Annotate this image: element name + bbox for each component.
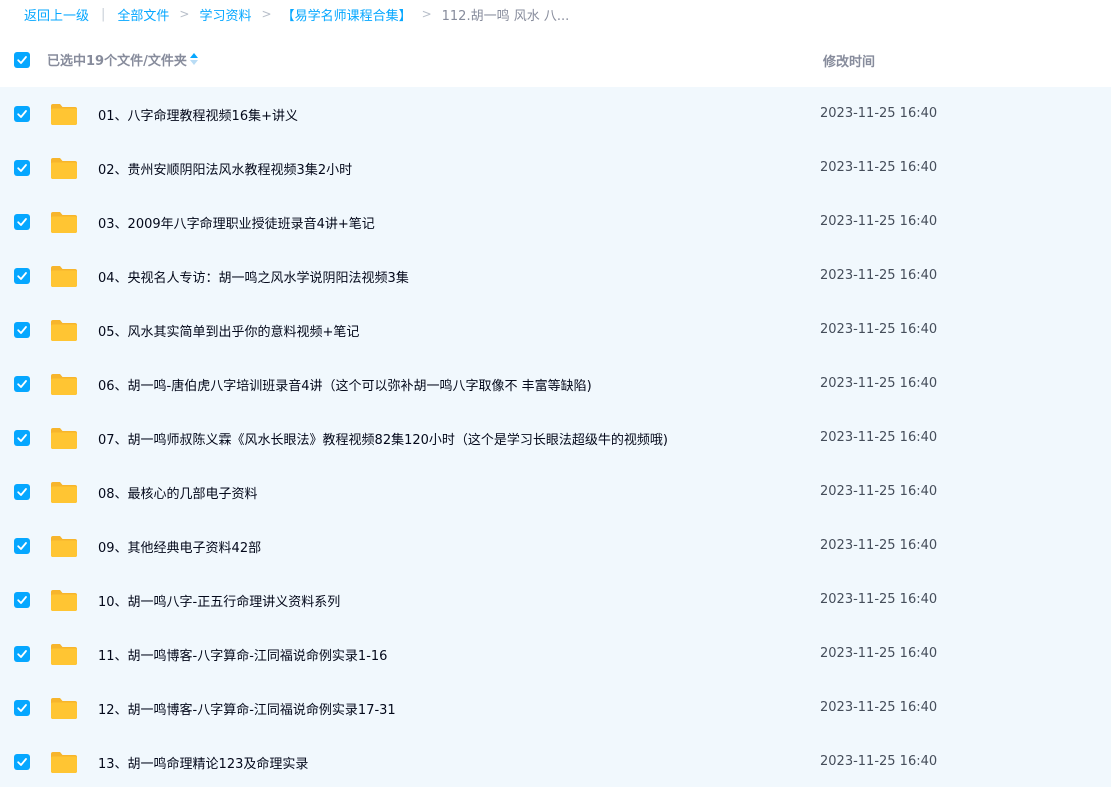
row-checkbox[interactable] [14, 538, 30, 554]
file-row[interactable]: 05、风水其实简单到出乎你的意料视频+笔记 2023-11-25 16:40 [0, 303, 1111, 357]
file-name[interactable]: 10、胡一鸣八字-正五行命理讲义资料系列 [98, 591, 340, 610]
file-name[interactable]: 12、胡一鸣博客-八字算命-江同福说命例实录17-31 [98, 699, 396, 718]
file-row[interactable]: 07、胡一鸣师叔陈义霖《风水长眼法》教程视频82集120小时（这个是学习长眼法超… [0, 411, 1111, 465]
checkmark-icon [17, 272, 27, 280]
modified-time: 2023-11-25 16:40 [820, 106, 938, 121]
list-header: 已选中19个文件/文件夹 修改时间 [0, 36, 1111, 82]
folder-icon [51, 374, 77, 395]
file-row[interactable]: 13、胡一鸣命理精论123及命理实录 2023-11-25 16:40 [0, 735, 1111, 787]
checkmark-icon [17, 164, 27, 172]
file-row[interactable]: 04、央视名人专访：胡一鸣之风水学说阴阳法视频3集 2023-11-25 16:… [0, 249, 1111, 303]
file-name[interactable]: 13、胡一鸣命理精论123及命理实录 [98, 753, 308, 772]
select-all-checkbox[interactable] [14, 52, 30, 68]
modified-time: 2023-11-25 16:40 [820, 646, 938, 661]
modified-time: 2023-11-25 16:40 [820, 430, 938, 445]
row-checkbox[interactable] [14, 160, 30, 176]
file-name[interactable]: 08、最核心的几部电子资料 [98, 483, 258, 502]
row-checkbox[interactable] [14, 484, 30, 500]
folder-icon [51, 428, 77, 449]
checkmark-icon [17, 218, 27, 226]
folder-icon [51, 320, 77, 341]
row-checkbox[interactable] [14, 754, 30, 770]
folder-icon [51, 536, 77, 557]
file-name[interactable]: 07、胡一鸣师叔陈义霖《风水长眼法》教程视频82集120小时（这个是学习长眼法超… [98, 429, 668, 448]
row-checkbox[interactable] [14, 592, 30, 608]
file-name[interactable]: 06、胡一鸣-唐伯虎八字培训班录音4讲（这个可以弥补胡一鸣八字取像不 丰富等缺陷… [98, 375, 592, 394]
file-row[interactable]: 10、胡一鸣八字-正五行命理讲义资料系列 2023-11-25 16:40 [0, 573, 1111, 627]
checkmark-icon [17, 596, 27, 604]
checkmark-icon [17, 326, 27, 334]
checkmark-icon [17, 704, 27, 712]
row-checkbox[interactable] [14, 322, 30, 338]
folder-icon [51, 644, 77, 665]
breadcrumb-item-all-files[interactable]: 全部文件 [117, 5, 169, 24]
modified-time: 2023-11-25 16:40 [820, 268, 938, 283]
modified-time-column-header[interactable]: 修改时间 [823, 51, 875, 70]
row-checkbox[interactable] [14, 376, 30, 392]
modified-time: 2023-11-25 16:40 [820, 214, 938, 229]
breadcrumb-current: 112.胡一鸣 风水 八... [441, 8, 570, 24]
row-checkbox[interactable] [14, 646, 30, 662]
file-list: 01、八字命理教程视频16集+讲义 2023-11-25 16:40 02、贵州… [0, 87, 1111, 787]
file-name[interactable]: 01、八字命理教程视频16集+讲义 [98, 105, 298, 124]
file-name[interactable]: 09、其他经典电子资料42部 [98, 537, 261, 556]
modified-time: 2023-11-25 16:40 [820, 592, 938, 607]
file-row[interactable]: 02、贵州安顺阴阳法风水教程视频3集2小时 2023-11-25 16:40 [0, 141, 1111, 195]
checkmark-icon [17, 758, 27, 766]
breadcrumb-item-course-collection[interactable]: 【易学名师课程合集】 [282, 5, 412, 24]
checkmark-icon [17, 56, 27, 64]
breadcrumb-chevron-icon: > [421, 7, 432, 21]
breadcrumb-chevron-icon: > [261, 7, 272, 21]
checkmark-icon [17, 650, 27, 658]
modified-time: 2023-11-25 16:40 [820, 160, 938, 175]
checkmark-icon [17, 110, 27, 118]
folder-icon [51, 212, 77, 233]
file-row[interactable]: 01、八字命理教程视频16集+讲义 2023-11-25 16:40 [0, 87, 1111, 141]
modified-time: 2023-11-25 16:40 [820, 322, 938, 337]
file-row[interactable]: 09、其他经典电子资料42部 2023-11-25 16:40 [0, 519, 1111, 573]
folder-icon [51, 266, 77, 287]
breadcrumb-item-study-materials[interactable]: 学习资料 [199, 5, 251, 24]
checkmark-icon [17, 488, 27, 496]
checkmark-icon [17, 380, 27, 388]
file-row[interactable]: 11、胡一鸣博客-八字算命-江同福说命例实录1-16 2023-11-25 16… [0, 627, 1111, 681]
modified-time: 2023-11-25 16:40 [820, 376, 938, 391]
folder-icon [51, 590, 77, 611]
modified-time: 2023-11-25 16:40 [820, 538, 938, 553]
sort-icon[interactable] [189, 51, 199, 67]
row-checkbox[interactable] [14, 268, 30, 284]
modified-time: 2023-11-25 16:40 [820, 700, 938, 715]
modified-time: 2023-11-25 16:40 [820, 484, 938, 499]
file-row[interactable]: 12、胡一鸣博客-八字算命-江同福说命例实录17-31 2023-11-25 1… [0, 681, 1111, 735]
breadcrumb: 返回上一级 | 全部文件 > 学习资料 > 【易学名师课程合集】 > 112.胡… [0, 0, 1111, 28]
selection-count-label: 已选中19个文件/文件夹 [47, 54, 187, 69]
checkmark-icon [17, 542, 27, 550]
file-name[interactable]: 04、央视名人专访：胡一鸣之风水学说阴阳法视频3集 [98, 267, 409, 286]
file-name[interactable]: 11、胡一鸣博客-八字算命-江同福说命例实录1-16 [98, 645, 387, 664]
file-row[interactable]: 03、2009年八字命理职业授徒班录音4讲+笔记 2023-11-25 16:4… [0, 195, 1111, 249]
folder-icon [51, 752, 77, 773]
row-checkbox[interactable] [14, 430, 30, 446]
modified-time: 2023-11-25 16:40 [820, 754, 938, 769]
file-browser: 返回上一级 | 全部文件 > 学习资料 > 【易学名师课程合集】 > 112.胡… [0, 0, 1111, 787]
folder-icon [51, 698, 77, 719]
row-checkbox[interactable] [14, 106, 30, 122]
breadcrumb-divider: | [101, 6, 106, 22]
file-name[interactable]: 03、2009年八字命理职业授徒班录音4讲+笔记 [98, 213, 375, 232]
row-checkbox[interactable] [14, 214, 30, 230]
file-name[interactable]: 02、贵州安顺阴阳法风水教程视频3集2小时 [98, 159, 352, 178]
file-row[interactable]: 06、胡一鸣-唐伯虎八字培训班录音4讲（这个可以弥补胡一鸣八字取像不 丰富等缺陷… [0, 357, 1111, 411]
row-checkbox[interactable] [14, 700, 30, 716]
checkmark-icon [17, 434, 27, 442]
folder-icon [51, 104, 77, 125]
file-row[interactable]: 08、最核心的几部电子资料 2023-11-25 16:40 [0, 465, 1111, 519]
folder-icon [51, 158, 77, 179]
file-name[interactable]: 05、风水其实简单到出乎你的意料视频+笔记 [98, 321, 359, 340]
breadcrumb-chevron-icon: > [179, 7, 190, 21]
back-link[interactable]: 返回上一级 [24, 5, 89, 24]
folder-icon [51, 482, 77, 503]
